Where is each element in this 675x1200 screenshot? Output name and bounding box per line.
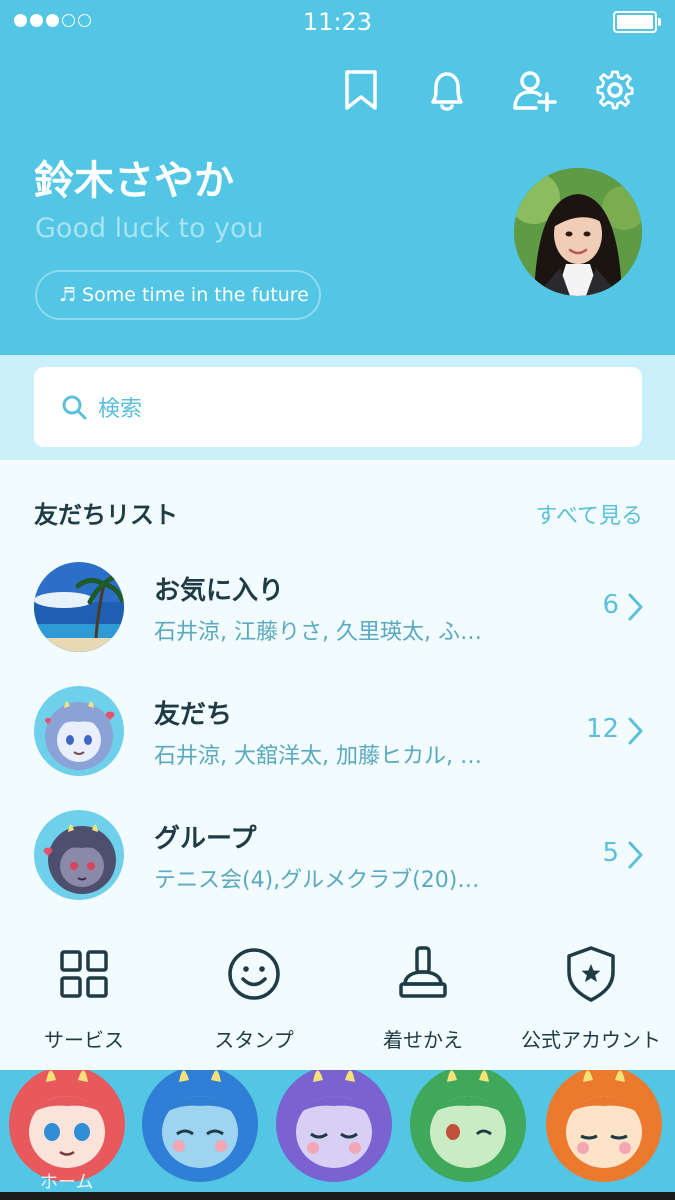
official-account-button[interactable]: 公式アカウント <box>507 944 675 1064</box>
favorites-thumbnail <box>34 562 124 652</box>
friends-list-title: 友だちリスト <box>34 501 178 529</box>
grid-icon <box>60 950 108 998</box>
pink-character-icon <box>9 1070 125 1182</box>
search-placeholder: 検索 <box>98 397 143 422</box>
profile-music-label: Some time in the future <box>82 284 309 306</box>
row-count: 5 <box>602 838 619 868</box>
service-button[interactable]: サービス <box>0 944 168 1064</box>
tab-bar: ホーム <box>0 1070 675 1200</box>
battery-icon <box>613 11 661 33</box>
chevron-right-icon <box>628 593 643 621</box>
theme-button[interactable]: 着せかえ <box>339 944 507 1064</box>
row-title: グループ <box>154 824 257 854</box>
theme-label: 着せかえ <box>383 1028 463 1052</box>
row-title: お気に入り <box>154 576 285 606</box>
search-icon <box>62 395 87 420</box>
home-indicator <box>0 1192 675 1200</box>
sticker-button[interactable]: スタンプ <box>170 944 338 1064</box>
purple-character-icon <box>276 1070 392 1182</box>
list-item[interactable]: グループ テニス会(4),グルメクラブ(20)… 5 <box>0 810 675 920</box>
chevron-right-icon <box>628 841 643 869</box>
profile-avatar[interactable] <box>514 168 642 296</box>
see-all-link[interactable]: すべて見る <box>535 498 643 530</box>
row-count: 6 <box>602 590 619 620</box>
gear-icon[interactable] <box>591 66 639 114</box>
shield-star-icon <box>567 946 615 1002</box>
status-bar: 11:23 <box>0 0 675 44</box>
services-bar: サービス スタンプ 着せかえ 公式アカウント <box>0 930 675 1070</box>
row-members: テニス会(4),グルメクラブ(20)… <box>154 868 480 893</box>
blue-character-icon <box>142 1070 258 1182</box>
bookmark-icon[interactable] <box>337 66 385 114</box>
profile-music-button[interactable]: ♬ Some time in the future <box>35 270 321 320</box>
bell-icon[interactable] <box>423 66 471 114</box>
row-count: 12 <box>585 714 619 744</box>
profile-status-message[interactable]: Good luck to you <box>35 213 264 244</box>
sticker-label: スタンプ <box>214 1028 294 1052</box>
green-character-icon <box>410 1070 526 1182</box>
service-label: サービス <box>44 1028 124 1052</box>
tab-home[interactable]: ホーム <box>40 1168 93 1194</box>
search-input[interactable]: 検索 <box>34 367 642 447</box>
chevron-right-icon <box>628 717 643 745</box>
list-item[interactable]: 友だち 石井涼, 大舘洋太, 加藤ヒカル, … 12 <box>0 686 675 796</box>
official-account-label: 公式アカウント <box>521 1028 661 1052</box>
profile-name: 鈴木さやか <box>34 158 234 204</box>
row-title: 友だち <box>154 700 233 730</box>
status-time: 11:23 <box>302 8 373 36</box>
add-friend-icon[interactable] <box>510 66 558 114</box>
profile-header: 11:23 鈴木さやか Good luck to you ♬ Some time… <box>0 0 675 355</box>
row-members: 石井涼, 大舘洋太, 加藤ヒカル, … <box>154 744 482 769</box>
brush-icon <box>399 946 447 998</box>
list-item[interactable]: お気に入り 石井涼, 江藤りさ, 久里瑛太, ふ… 6 <box>0 562 675 672</box>
groups-thumbnail <box>34 810 124 900</box>
row-members: 石井涼, 江藤りさ, 久里瑛太, ふ… <box>154 620 482 645</box>
smiley-icon <box>228 948 280 1000</box>
friends-thumbnail <box>34 686 124 776</box>
orange-character-icon <box>546 1070 662 1182</box>
music-note-icon: ♬ <box>59 284 77 306</box>
